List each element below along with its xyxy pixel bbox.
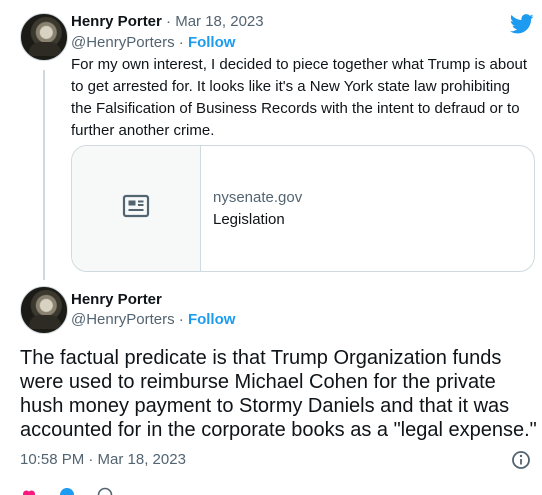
avatar[interactable]: [20, 13, 68, 61]
author-handle[interactable]: @HenryPorters: [71, 311, 175, 328]
card-info: nysenate.gov Legislation: [201, 146, 302, 271]
tweet-date[interactable]: Mar 18, 2023: [175, 13, 263, 30]
tweet-timestamp[interactable]: 10:58 PM · Mar 18, 2023: [20, 450, 186, 470]
card-title: Legislation: [213, 210, 285, 228]
separator: ·: [178, 34, 184, 51]
action-bar: [20, 486, 114, 495]
separator: ·: [166, 13, 172, 30]
twitter-bird-icon[interactable]: [509, 14, 534, 39]
article-icon: [122, 194, 150, 223]
author-handle[interactable]: @HenryPorters: [71, 34, 175, 51]
author-name[interactable]: Henry Porter: [71, 291, 162, 308]
follow-button[interactable]: Follow: [188, 311, 236, 328]
share-icon[interactable]: [96, 486, 114, 495]
handle-row: @HenryPorters · Follow: [71, 310, 235, 330]
avatar[interactable]: [20, 286, 68, 334]
reply-icon[interactable]: [58, 486, 76, 495]
handle-row: @HenryPorters · Follow: [71, 33, 235, 53]
separator: ·: [178, 311, 184, 328]
info-icon[interactable]: [511, 450, 531, 475]
author-name[interactable]: Henry Porter: [71, 13, 162, 30]
follow-button[interactable]: Follow: [188, 34, 236, 51]
tweet-text: The factual predicate is that Trump Orga…: [20, 347, 537, 441]
card-thumbnail: [72, 146, 201, 271]
link-card[interactable]: nysenate.gov Legislation: [71, 145, 535, 272]
card-domain: nysenate.gov: [213, 188, 303, 206]
thread-line: [43, 70, 45, 280]
tweet-header: Henry Porter · Mar 18, 2023: [71, 12, 264, 32]
tweet-header: Henry Porter: [71, 290, 162, 310]
heart-icon[interactable]: [20, 486, 38, 495]
tweet-text: For my own interest, I decided to piece …: [71, 56, 528, 139]
